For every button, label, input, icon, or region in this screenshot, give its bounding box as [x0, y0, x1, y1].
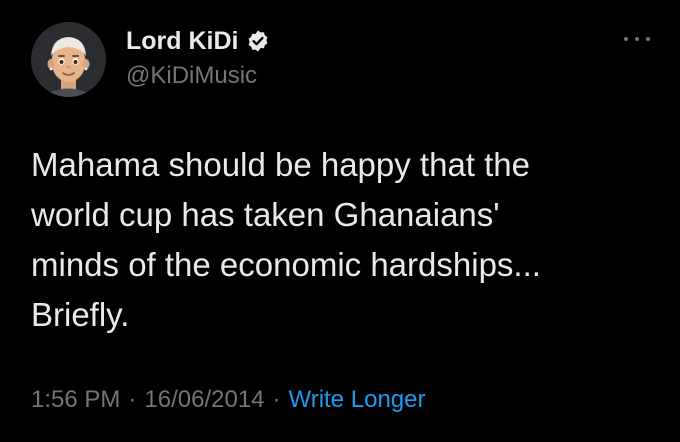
- tweet-author: Lord KiDi @KiDiMusic: [126, 26, 270, 90]
- more-dot: [646, 37, 650, 41]
- avatar[interactable]: [31, 22, 106, 97]
- tweet-time[interactable]: 1:56 PM: [31, 386, 120, 414]
- separator-dot: ·: [128, 386, 137, 413]
- tweet-card: Lord KiDi @KiDiMusic Mahama should be ha…: [0, 0, 680, 442]
- memoji-avatar-image: [41, 37, 96, 97]
- display-name[interactable]: Lord KiDi: [126, 26, 239, 56]
- tweet-date[interactable]: 16/06/2014: [144, 386, 264, 414]
- name-row: Lord KiDi: [126, 26, 270, 56]
- more-dot: [624, 37, 628, 41]
- tweet-text: Mahama should be happy that the world cu…: [31, 146, 541, 333]
- verified-badge-icon: [246, 29, 270, 53]
- user-handle[interactable]: @KiDiMusic: [126, 62, 270, 90]
- more-dot: [635, 37, 639, 41]
- tweet-metadata: 1:56 PM · 16/06/2014 · Write Longer: [31, 386, 425, 414]
- separator-dot: ·: [272, 386, 281, 413]
- more-options-icon[interactable]: [624, 34, 650, 44]
- tweet-source-link[interactable]: Write Longer: [289, 386, 426, 414]
